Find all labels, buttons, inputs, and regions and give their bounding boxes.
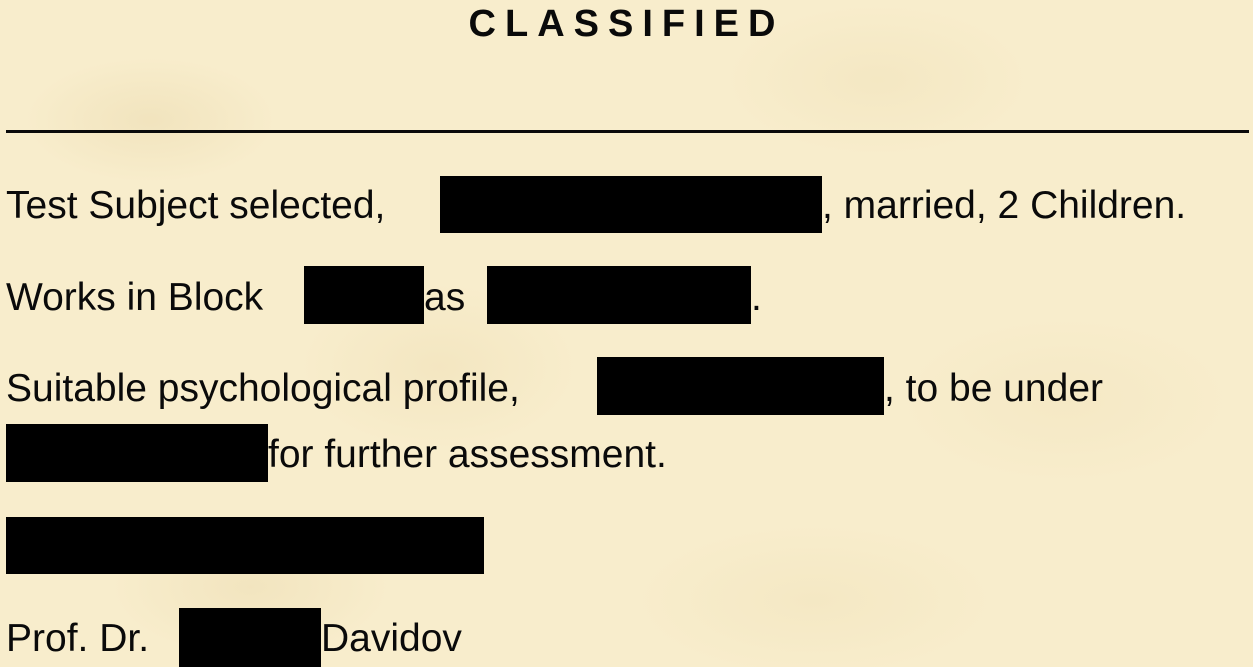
redaction-full-line bbox=[6, 517, 484, 574]
profile-line: Suitable psychological profile, bbox=[6, 366, 520, 412]
signature-suffix-wrap: Davidov bbox=[321, 616, 462, 662]
redaction-observation-type bbox=[6, 424, 268, 482]
subject-line-suffix-wrap: , married, 2 Children. bbox=[822, 183, 1186, 229]
signature-line: Prof. Dr. bbox=[6, 616, 149, 662]
subject-line-prefix: Test Subject selected, bbox=[6, 184, 386, 227]
document-title: CLASSIFIED bbox=[468, 3, 785, 45]
subject-line: Test Subject selected, bbox=[6, 183, 385, 229]
work-line-middle: as bbox=[424, 276, 466, 319]
horizontal-rule bbox=[6, 130, 1249, 133]
profile-line-prefix: Suitable psychological profile, bbox=[6, 367, 520, 410]
profile-line-suffix: , to be under bbox=[884, 367, 1103, 410]
redaction-profile-detail bbox=[597, 357, 884, 415]
signature-prefix: Prof. Dr. bbox=[6, 617, 150, 660]
redaction-first-name bbox=[179, 608, 321, 667]
signature-surname: Davidov bbox=[321, 617, 462, 660]
work-line-suffix-wrap: . bbox=[751, 275, 762, 321]
work-line-suffix: . bbox=[751, 276, 762, 319]
redaction-subject-name bbox=[440, 176, 822, 233]
work-line-prefix: Works in Block bbox=[6, 276, 264, 319]
work-line-middle-wrap: as bbox=[424, 275, 465, 321]
assessment-line: for further assessment. bbox=[268, 432, 667, 478]
profile-line-suffix-wrap: , to be under bbox=[884, 366, 1103, 412]
work-line: Works in Block bbox=[6, 275, 263, 321]
assessment-line-text: for further assessment. bbox=[268, 433, 667, 476]
redaction-job-title bbox=[487, 266, 751, 324]
redaction-block-number bbox=[304, 266, 424, 324]
subject-line-suffix: , married, 2 Children. bbox=[822, 184, 1187, 227]
